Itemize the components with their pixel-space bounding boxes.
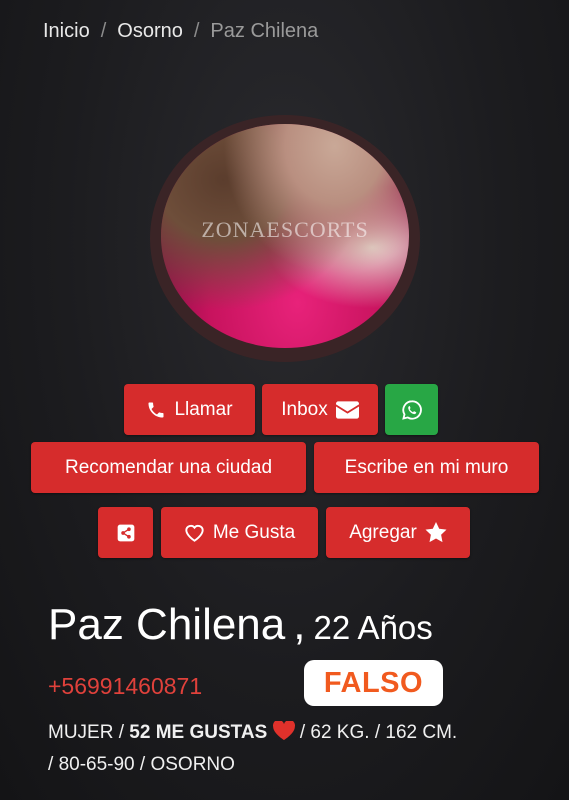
add-button-label: Agregar (349, 521, 417, 543)
profile-avatar[interactable]: ZONAESCORTS (161, 124, 409, 348)
whatsapp-button[interactable] (385, 384, 438, 435)
fake-stamp: FALSO (304, 660, 443, 706)
title-separator: , (293, 600, 306, 649)
profile-title: Paz Chilena, 22 Años (48, 600, 433, 650)
details-separator: / (299, 722, 311, 743)
profile-likes: 52 ME GUSTAS (129, 722, 268, 743)
breadcrumb-city-link[interactable]: Osorno (117, 20, 183, 43)
profile-age: 22 Años (313, 609, 433, 646)
breadcrumb: Inicio / Osorno / Paz Chilena (43, 20, 318, 43)
details-separator: / (118, 722, 130, 743)
recommend-city-button[interactable]: Recomendar una ciudad (31, 442, 306, 493)
inbox-button[interactable]: Inbox (262, 384, 378, 435)
whatsapp-icon (401, 399, 422, 420)
share-icon (117, 524, 134, 541)
details-separator: / (374, 722, 386, 743)
breadcrumb-current: Paz Chilena (210, 20, 319, 42)
add-button[interactable]: Agregar (326, 507, 470, 558)
share-button[interactable] (98, 507, 153, 558)
profile-name: Paz Chilena (48, 600, 286, 649)
write-wall-label: Escribe en mi muro (344, 456, 509, 478)
profile-measurements: 80-65-90 (58, 754, 135, 775)
details-separator: / (48, 754, 59, 775)
breadcrumb-separator: / (193, 20, 200, 42)
write-wall-button[interactable]: Escribe en mi muro (314, 442, 539, 493)
breadcrumb-separator: / (100, 20, 107, 42)
like-button[interactable]: Me Gusta (161, 507, 318, 558)
star-icon (425, 522, 447, 543)
call-button[interactable]: Llamar (124, 384, 255, 435)
call-button-label: Llamar (174, 398, 233, 420)
avatar-watermark: ZONAESCORTS (201, 217, 369, 242)
envelope-icon (335, 400, 359, 419)
breadcrumb-home-link[interactable]: Inicio (43, 20, 90, 43)
details-separator: / (139, 754, 151, 775)
profile-weight: 62 KG. (310, 722, 370, 743)
like-button-label: Me Gusta (212, 521, 296, 543)
profile-gender: MUJER (48, 722, 114, 743)
phone-number-link[interactable]: +56991460871 (48, 673, 202, 700)
profile-details: MUJER / 52 ME GUSTAS / 62 KG. / 162 CM. … (48, 717, 538, 781)
recommend-city-label: Recomendar una ciudad (64, 456, 273, 478)
inbox-button-label: Inbox (281, 398, 328, 420)
phone-icon (148, 402, 164, 417)
heart-outline-icon (185, 524, 204, 542)
profile-height: 162 CM. (385, 722, 458, 743)
profile-city: OSORNO (150, 754, 235, 775)
heart-icon (272, 721, 295, 740)
